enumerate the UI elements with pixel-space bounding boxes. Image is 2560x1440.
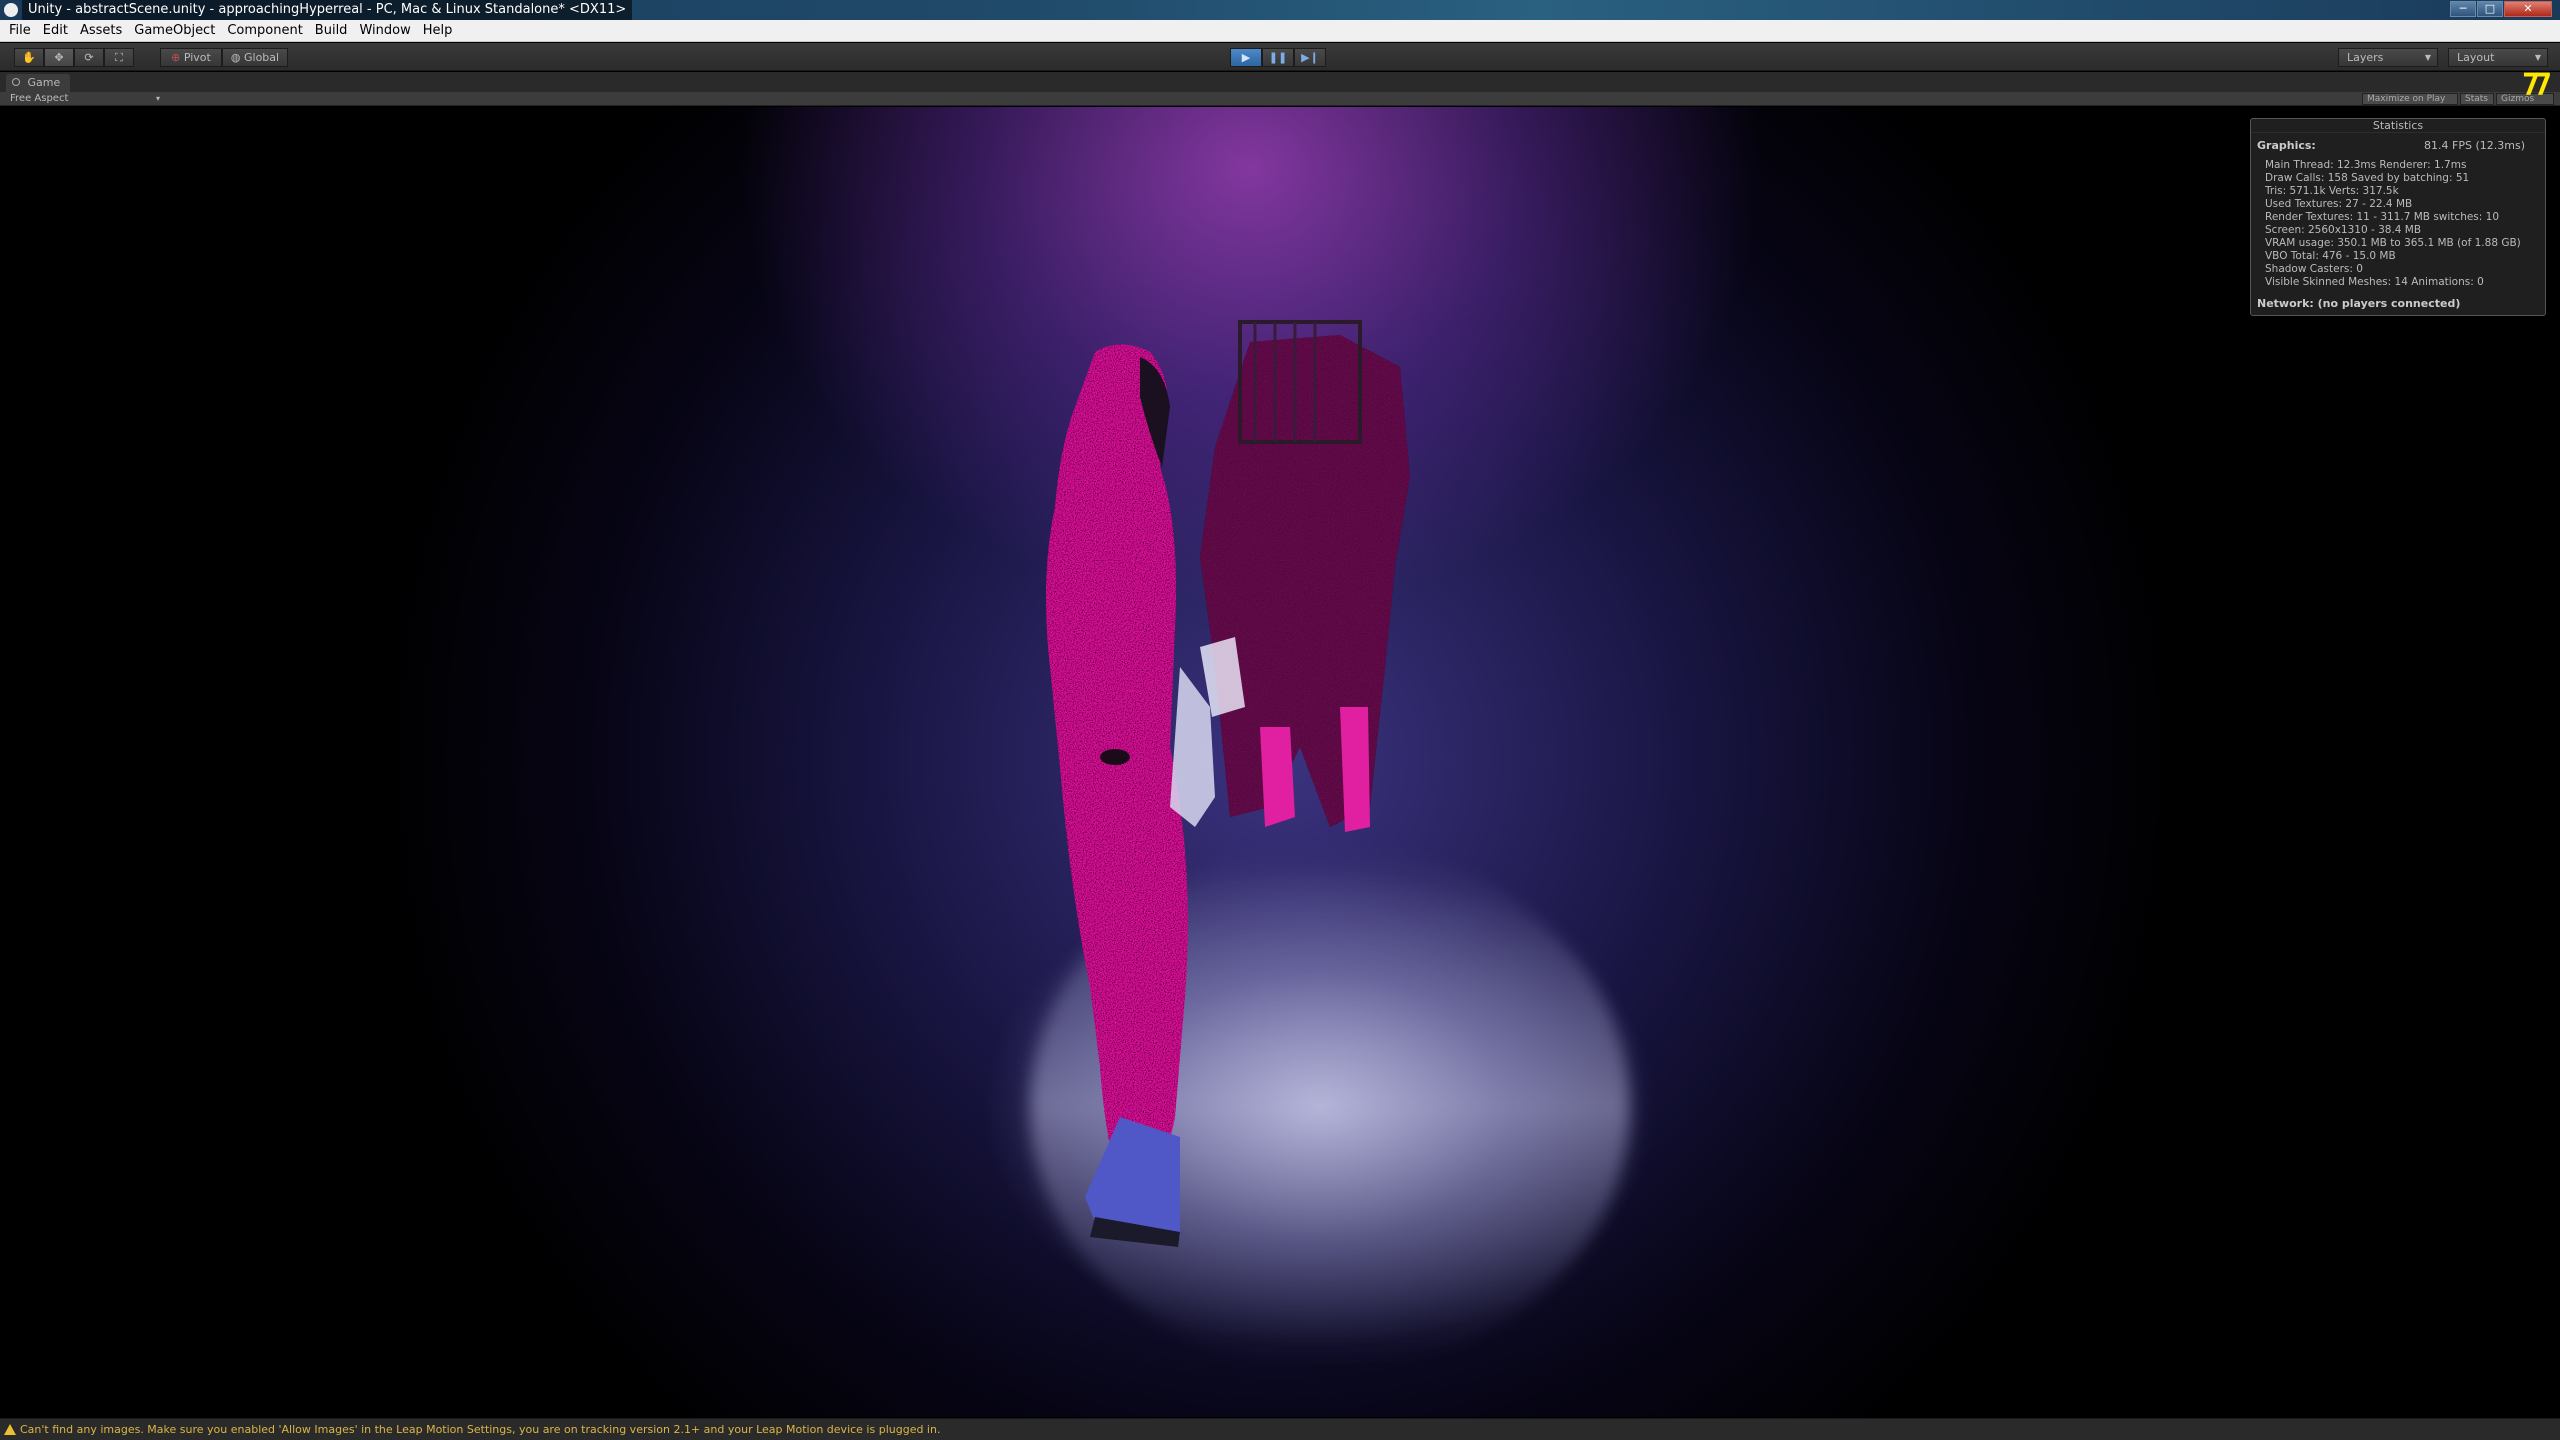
pause-button[interactable]: ❚❚: [1262, 48, 1294, 67]
menu-component[interactable]: Component: [224, 20, 311, 41]
globe-icon: ◍: [230, 51, 241, 64]
statistics-title: Statistics: [2251, 119, 2545, 133]
tab-game[interactable]: Game: [6, 74, 71, 92]
unity-logo-icon: [4, 3, 18, 17]
aspect-label: Free Aspect: [10, 93, 69, 104]
window-title: Unity - abstractScene.unity - approachin…: [22, 0, 633, 20]
main-toolbar: ✋ ✥ ⟳ ⛶ ⊕ Pivot ◍ Global ▶ ❚❚ ▶❙ Layers …: [0, 43, 2560, 71]
stat-skinned-meshes: Visible Skinned Meshes: 14 Animations: 0: [2265, 276, 2484, 288]
step-icon: ▶❙: [1301, 51, 1319, 64]
maximize-button[interactable]: □: [2477, 1, 2503, 17]
stats-network: Network: (no players connected): [2257, 297, 2461, 310]
layout-dropdown[interactable]: Layout ▼: [2448, 48, 2548, 67]
play-button[interactable]: ▶: [1230, 48, 1262, 67]
stats-toggle[interactable]: Stats: [2460, 93, 2494, 105]
move-icon: ✥: [54, 51, 64, 64]
stats-graphics-label: Graphics:: [2257, 139, 2316, 152]
stat-used-textures: Used Textures: 27 - 22.4 MB: [2265, 198, 2413, 210]
stats-fps-value: 81.4 FPS (12.3ms): [2424, 139, 2525, 152]
global-label: Global: [244, 51, 280, 64]
pivot-icon: ⊕: [171, 51, 181, 64]
tab-game-label: Game: [27, 76, 61, 89]
game-view-icon: [12, 78, 20, 86]
stat-tris: Tris: 571.1k Verts: 317.5k: [2265, 185, 2399, 197]
chevron-down-icon: ▼: [2534, 53, 2541, 62]
layout-label: Layout: [2457, 51, 2495, 64]
hand-icon: ✋: [22, 51, 36, 64]
chevron-down-icon: ▼: [2424, 53, 2431, 62]
chevron-down-icon: ▾: [155, 94, 160, 103]
hand-tool-button[interactable]: ✋: [14, 48, 44, 67]
step-button[interactable]: ▶❙: [1294, 48, 1326, 67]
move-tool-button[interactable]: ✥: [44, 48, 74, 67]
stat-vram: VRAM usage: 350.1 MB to 365.1 MB (of 1.8…: [2265, 237, 2521, 249]
stat-render-textures: Render Textures: 11 - 311.7 MB switches:…: [2265, 211, 2500, 223]
minimize-button[interactable]: ─: [2450, 1, 2476, 17]
stats-lines: Main Thread: 12.3ms Renderer: 1.7ms Draw…: [2265, 159, 2521, 289]
close-button[interactable]: ✕: [2504, 1, 2552, 17]
menu-build[interactable]: Build: [312, 20, 357, 41]
statistics-panel: Statistics Graphics: 81.4 FPS (12.3ms) M…: [2250, 118, 2546, 316]
menu-window[interactable]: Window: [356, 20, 419, 41]
game-viewport[interactable]: Statistics Graphics: 81.4 FPS (12.3ms) M…: [0, 107, 2560, 1417]
stat-shadow-casters: Shadow Casters: 0: [2265, 263, 2363, 275]
scale-tool-button[interactable]: ⛶: [104, 48, 134, 67]
menu-bar: File Edit Assets GameObject Component Bu…: [0, 20, 2560, 42]
pivot-toggle-button[interactable]: ⊕ Pivot: [160, 48, 222, 67]
stat-draw-calls: Draw Calls: 158 Saved by batching: 51: [2265, 172, 2470, 184]
rotate-icon: ⟳: [84, 51, 94, 64]
stat-screen: Screen: 2560x1310 - 38.4 MB: [2265, 224, 2422, 236]
stat-main-thread: Main Thread: 12.3ms Renderer: 1.7ms: [2265, 159, 2467, 171]
maximize-on-play-toggle[interactable]: Maximize on Play: [2362, 93, 2458, 105]
menu-file[interactable]: File: [6, 20, 40, 41]
fps-overlay-glyph: 77: [2522, 68, 2552, 103]
game-view-tabbar: Game: [0, 72, 2560, 92]
aspect-dropdown[interactable]: Free Aspect ▾: [10, 92, 160, 106]
background-figure: [1200, 320, 1410, 832]
global-toggle-button[interactable]: ◍ Global: [222, 48, 288, 67]
menu-edit[interactable]: Edit: [40, 20, 77, 41]
status-message: Can't find any images. Make sure you ena…: [20, 1423, 941, 1436]
scale-icon: ⛶: [115, 51, 123, 64]
pause-icon: ❚❚: [1268, 51, 1288, 64]
layers-dropdown[interactable]: Layers ▼: [2338, 48, 2438, 67]
menu-assets[interactable]: Assets: [77, 20, 131, 41]
warning-icon: [4, 1424, 16, 1435]
game-scene-render: [1030, 320, 1630, 1367]
status-bar[interactable]: Can't find any images. Make sure you ena…: [0, 1418, 2560, 1440]
game-view-controls: Free Aspect ▾ Maximize on Play Stats Giz…: [0, 92, 2560, 106]
layers-label: Layers: [2347, 51, 2384, 64]
menu-gameobject[interactable]: GameObject: [131, 20, 224, 41]
window-title-bar: Unity - abstractScene.unity - approachin…: [0, 0, 2560, 20]
menu-help[interactable]: Help: [420, 20, 462, 41]
pivot-label: Pivot: [183, 51, 211, 64]
rotate-tool-button[interactable]: ⟳: [74, 48, 104, 67]
play-icon: ▶: [1241, 51, 1251, 64]
stat-vbo: VBO Total: 476 - 15.0 MB: [2265, 250, 2396, 262]
